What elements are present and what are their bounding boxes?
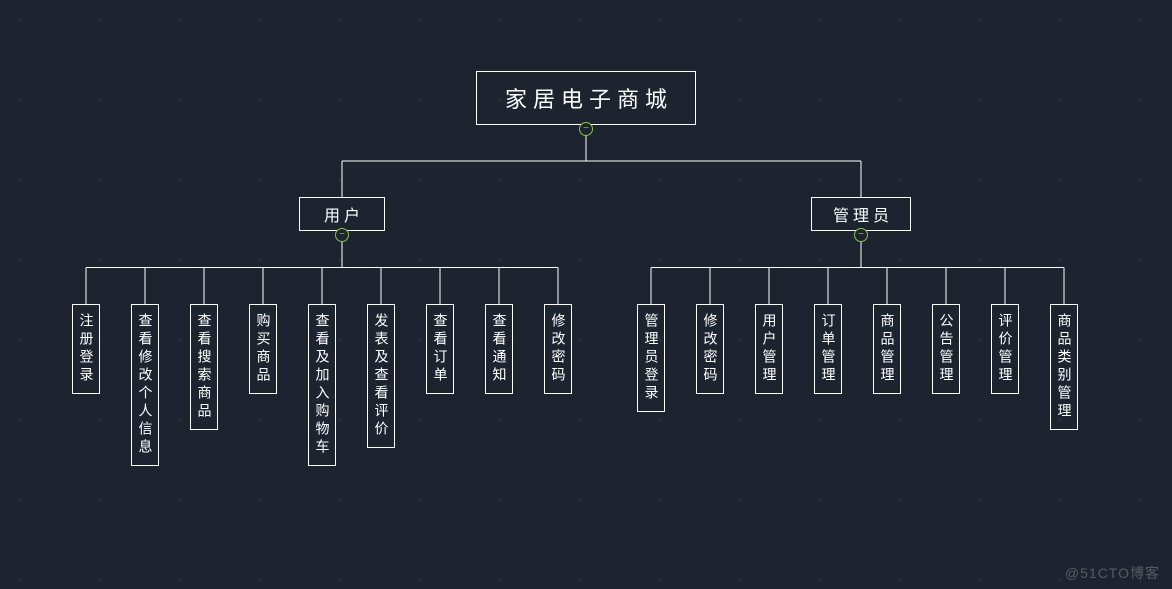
leaf-node[interactable]: 查看订单 — [426, 304, 454, 394]
leaf-node[interactable]: 注册登录 — [72, 304, 100, 394]
leaf-node[interactable]: 修改密码 — [696, 304, 724, 394]
collapse-toggle[interactable]: − — [854, 228, 868, 242]
leaf-node[interactable]: 公告管理 — [932, 304, 960, 394]
leaf-node[interactable]: 管理员登录 — [637, 304, 665, 412]
leaf-node[interactable]: 商品管理 — [873, 304, 901, 394]
leaf-node[interactable]: 用户管理 — [755, 304, 783, 394]
leaf-node[interactable]: 评价管理 — [991, 304, 1019, 394]
leaf-node[interactable]: 发表及查看评价 — [367, 304, 395, 448]
branch-node-user[interactable]: 用户 — [299, 197, 385, 231]
collapse-toggle[interactable]: − — [335, 228, 349, 242]
leaf-node[interactable]: 购买商品 — [249, 304, 277, 394]
leaf-node[interactable]: 商品类别管理 — [1050, 304, 1078, 430]
root-node[interactable]: 家居电子商城 — [476, 71, 696, 125]
leaf-node[interactable]: 查看及加入购物车 — [308, 304, 336, 466]
branch-node-admin[interactable]: 管理员 — [811, 197, 911, 231]
leaf-node[interactable]: 查看修改个人信息 — [131, 304, 159, 466]
leaf-node[interactable]: 修改密码 — [544, 304, 572, 394]
leaf-node[interactable]: 查看通知 — [485, 304, 513, 394]
collapse-toggle[interactable]: − — [579, 122, 593, 136]
leaf-node[interactable]: 查看搜索商品 — [190, 304, 218, 430]
watermark: @51CTO博客 — [1065, 563, 1160, 583]
leaf-node[interactable]: 订单管理 — [814, 304, 842, 394]
